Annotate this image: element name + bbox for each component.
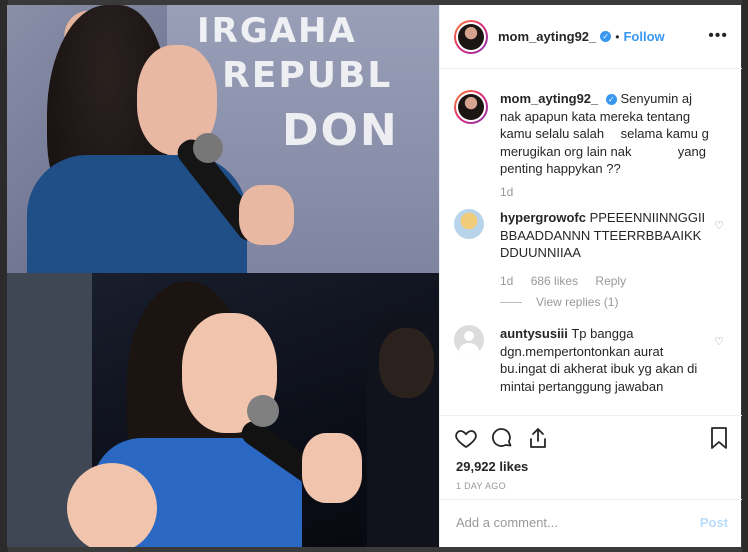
comment-username[interactable]: auntysusiii bbox=[500, 326, 568, 341]
comment-age[interactable]: 1d bbox=[500, 274, 513, 288]
comment-bubble-icon[interactable] bbox=[490, 426, 514, 455]
caption-body: mom_ayting92_ ✓ Senyumin aj nak apapun k… bbox=[500, 90, 710, 178]
microphone-head bbox=[193, 133, 223, 163]
comment-like-heart-icon[interactable]: ♡ bbox=[714, 335, 724, 348]
share-icon[interactable] bbox=[526, 426, 550, 455]
comment-reply-button[interactable]: Reply bbox=[595, 274, 626, 288]
photo-bottom-panel bbox=[7, 273, 439, 547]
caption-username[interactable]: mom_ayting92_ bbox=[500, 91, 598, 106]
comment-username[interactable]: hypergrowofc bbox=[500, 210, 586, 225]
header-separator: • bbox=[615, 29, 620, 44]
add-comment-input[interactable]: Add a comment... bbox=[456, 515, 558, 530]
banner-text-line1: IRGAHA bbox=[197, 11, 357, 51]
post-photo[interactable]: IRGAHA REPUBL DON bbox=[7, 5, 439, 547]
caption-avatar[interactable] bbox=[454, 90, 488, 124]
background-person-face bbox=[379, 328, 434, 398]
comment-like-heart-icon[interactable]: ♡ bbox=[714, 219, 724, 232]
action-icons bbox=[454, 426, 550, 455]
caption-age[interactable]: 1d bbox=[500, 185, 513, 199]
follow-button[interactable]: Follow bbox=[623, 29, 664, 44]
comment-item: hypergrowofc PPEEENNIINNGGII BBAADDANNN … bbox=[454, 209, 730, 319]
post-timestamp[interactable]: 1 DAY AGO bbox=[456, 481, 506, 491]
comment-body: auntysusiii Tp bangga dgn.mempertontonka… bbox=[500, 325, 710, 395]
comment-avatar[interactable] bbox=[454, 209, 484, 239]
add-comment-bar: Add a comment... Post bbox=[440, 499, 742, 547]
post-comment-button[interactable]: Post bbox=[700, 515, 728, 530]
banner-text-line3: DON bbox=[282, 105, 399, 156]
author-username[interactable]: mom_ayting92_ bbox=[498, 29, 596, 44]
comment-likes[interactable]: 686 likes bbox=[531, 274, 578, 288]
comment-avatar[interactable] bbox=[454, 325, 484, 355]
post-likes-count[interactable]: 29,922 likes bbox=[456, 459, 528, 474]
comment-body: hypergrowofc PPEEENNIINNGGII BBAADDANNN … bbox=[500, 209, 710, 262]
view-replies-line bbox=[500, 302, 522, 304]
view-replies-label: View replies (1) bbox=[536, 295, 619, 309]
background-page-right bbox=[742, 0, 748, 552]
bookmark-icon[interactable] bbox=[708, 426, 730, 455]
singer-shoulder bbox=[67, 463, 157, 547]
post-side-panel: mom_ayting92_ ✓ • Follow ••• mom_ayting9… bbox=[439, 5, 742, 547]
comment-item: auntysusiii Tp bangga dgn.mempertontonka… bbox=[454, 325, 730, 410]
comments-list[interactable]: mom_ayting92_ ✓ Senyumin aj nak apapun k… bbox=[440, 70, 742, 410]
verified-badge-icon: ✓ bbox=[600, 31, 612, 42]
caption-meta: 1d bbox=[500, 185, 527, 199]
like-heart-icon[interactable] bbox=[454, 426, 478, 455]
caption: mom_ayting92_ ✓ Senyumin aj nak apapun k… bbox=[454, 90, 730, 220]
photo-top-panel: IRGAHA REPUBL DON bbox=[7, 5, 439, 285]
more-options-icon[interactable]: ••• bbox=[708, 27, 728, 45]
view-replies-button[interactable]: View replies (1) bbox=[500, 295, 618, 309]
singer-hand-bottom bbox=[302, 433, 362, 503]
verified-badge-icon: ✓ bbox=[605, 94, 617, 106]
comment-meta: 1d 686 likes Reply bbox=[500, 274, 640, 288]
banner-text-line2: REPUBL bbox=[222, 55, 393, 96]
microphone-head-bottom bbox=[247, 395, 279, 427]
post-header: mom_ayting92_ ✓ • Follow ••• bbox=[440, 5, 742, 69]
author-avatar[interactable] bbox=[454, 19, 488, 54]
singer-hand bbox=[239, 185, 294, 245]
